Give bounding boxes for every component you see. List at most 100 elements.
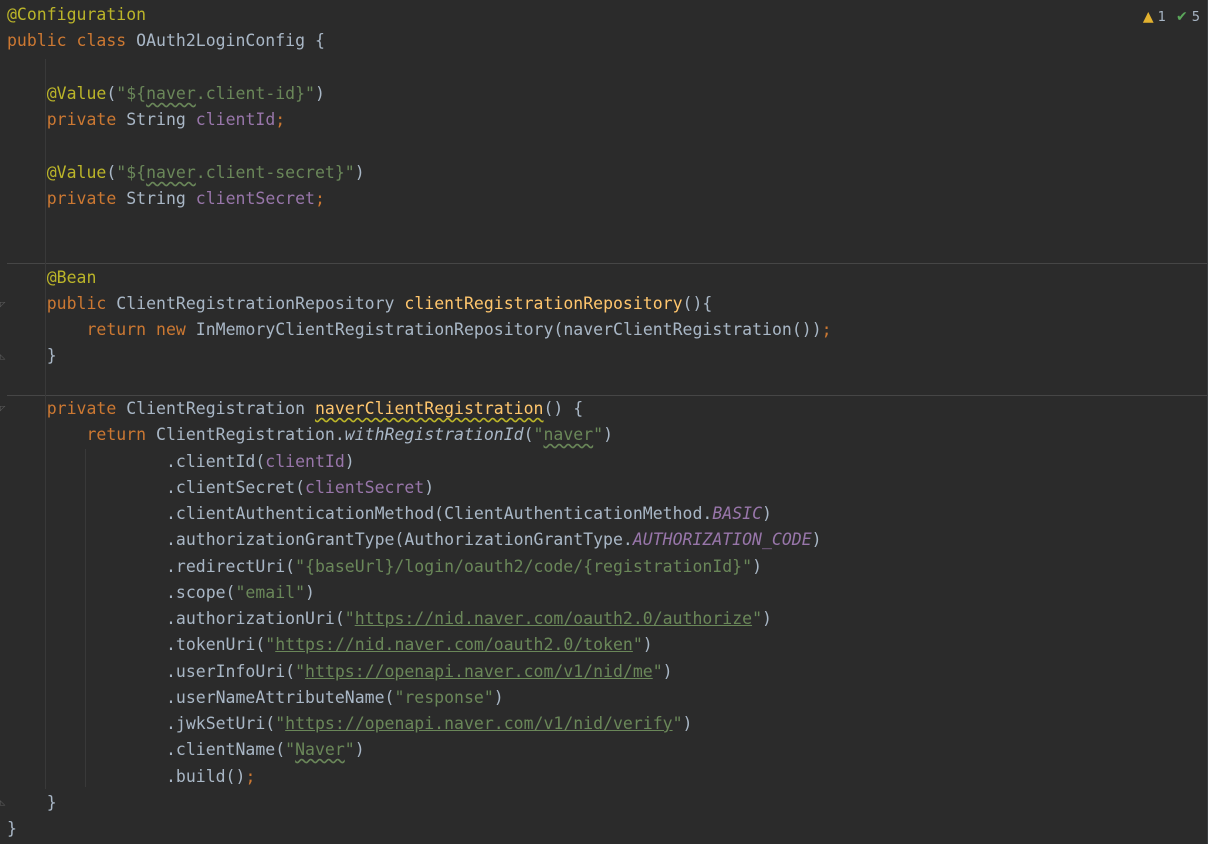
code-line[interactable]: .build(); [7,764,255,790]
code-line[interactable]: .tokenUri("https://nid.naver.com/oauth2.… [7,632,653,658]
keyword: public [7,31,67,50]
method-name: clientRegistrationRepository [404,294,683,313]
code-line[interactable]: private ClientRegistration naverClientRe… [7,396,583,422]
url-link[interactable]: https://nid.naver.com/oauth2.0/token [275,635,633,654]
semicolon: ; [315,189,325,208]
constant: AUTHORIZATION_CODE [632,530,812,549]
string-literal: .client-secret}" [195,163,355,182]
code-line[interactable]: .clientSecret(clientSecret) [7,475,434,501]
string-literal: "${ [116,163,147,182]
type: InMemoryClientRegistrationRepository [195,320,554,339]
code-line[interactable]: .userNameAttributeName("response") [7,685,504,711]
field-name: clientSecret [195,189,315,208]
keyword: return [86,425,147,444]
warning-triangle-icon[interactable]: ▲ [1143,9,1154,25]
chain-call: .scope( [165,583,236,602]
field-name: clientId [195,110,276,129]
type: String [126,189,186,208]
semicolon: ; [275,110,286,129]
fold-marker-icon[interactable]: ◺ [0,352,6,362]
annotation: @Value [46,84,107,103]
weak-warning-count: 5 [1191,9,1200,25]
class-name: OAuth2LoginConfig [136,31,306,50]
fold-marker-icon[interactable]: ◸ [0,300,6,310]
type: ClientRegistration [126,399,306,418]
chain-call: .userInfoUri( [165,662,296,681]
semicolon: ; [821,320,832,339]
chain-call: .build() [165,767,246,786]
brace: } [7,819,17,838]
keyword: private [46,189,117,208]
chain-call: .jwkSetUri( [165,714,276,733]
code-line[interactable]: .redirectUri("{baseUrl}/login/oauth2/cod… [7,554,762,580]
typo-word: Naver [295,740,345,759]
field-name: clientId [265,452,345,471]
code-editor[interactable]: ▲ 1 ✔ 5 ◸ ◺ ◸ ◺ @Configuration public cl… [0,0,1208,844]
code-line[interactable]: return new InMemoryClientRegistrationRep… [7,317,832,343]
brace: } [46,346,57,365]
code-line[interactable]: @Value("${naver.client-secret}") [7,160,365,186]
constant: BASIC [712,504,762,523]
code-line[interactable]: private String clientId; [7,107,285,133]
code-line[interactable]: return ClientRegistration.withRegistrati… [7,422,613,448]
brace: { [305,31,325,50]
string-literal: .client-id}" [195,84,315,103]
code-line[interactable]: public class OAuth2LoginConfig { [7,28,325,54]
chain-call: .authorizationUri( [165,609,345,628]
chain-call: .userNameAttributeName( [165,688,395,707]
url-link[interactable]: https://nid.naver.com/oauth2.0/authorize [355,609,752,628]
code-line[interactable]: .clientName("Naver") [7,737,365,763]
keyword: class [76,31,127,50]
chain-call: .tokenUri( [165,635,266,654]
code-line[interactable]: .scope("email") [7,580,315,606]
string-literal: "{baseUrl}/login/oauth2/code/{registrati… [295,557,753,576]
typo-check-icon[interactable]: ✔ [1176,9,1188,25]
code-line[interactable]: public ClientRegistrationRepository clie… [7,291,713,317]
keyword: new [156,320,186,339]
fold-marker-icon[interactable]: ◺ [0,798,6,808]
code-line[interactable]: .clientAuthenticationMethod(ClientAuthen… [7,501,772,527]
string-literal: "${ [116,84,147,103]
code-line[interactable]: .clientId(clientId) [7,449,355,475]
keyword: private [46,110,117,129]
type: ClientRegistrationRepository [116,294,395,313]
typo-word: naver [543,425,594,444]
code-line[interactable]: private String clientSecret; [7,186,325,212]
code-line[interactable]: .authorizationUri("https://nid.naver.com… [7,606,772,632]
code-line[interactable]: @Bean [7,265,97,291]
chain-call: .redirectUri( [165,557,296,576]
chain-call: .clientId( [165,452,266,471]
fold-marker-icon[interactable]: ◸ [0,404,6,414]
string-literal: "email" [235,583,306,602]
warning-count: 1 [1157,9,1166,25]
method-name: naverClientRegistration [314,399,544,418]
type: String [126,110,186,129]
url-link[interactable]: https://openapi.naver.com/v1/nid/me [305,662,653,681]
code-line[interactable]: @Configuration [7,2,146,28]
code-line[interactable]: } [7,343,57,369]
url-link[interactable]: https://openapi.naver.com/v1/nid/verify [285,714,672,733]
static-method: withRegistrationId [344,425,524,444]
type: ClientRegistration [156,425,335,444]
keyword: private [46,399,117,418]
code-line[interactable]: .jwkSetUri("https://openapi.naver.com/v1… [7,711,693,737]
annotation: @Value [46,163,107,182]
code-line[interactable]: } [7,790,57,816]
brace: } [46,793,57,812]
code-line[interactable]: } [7,816,17,842]
chain-call: .clientSecret( [165,478,306,497]
annotation: @Bean [46,268,97,287]
method-separator [7,263,1208,264]
semicolon: ; [245,767,256,786]
code-line[interactable]: .authorizationGrantType(AuthorizationGra… [7,527,822,553]
code-line[interactable]: .userInfoUri("https://openapi.naver.com/… [7,659,673,685]
typo-word: naver [146,84,196,103]
string-literal: "response" [394,688,494,707]
chain-call: .clientAuthenticationMethod(ClientAuthen… [165,504,713,523]
chain-call: .clientName( [165,740,286,759]
keyword: public [46,294,107,313]
inspection-widget[interactable]: ▲ 1 ✔ 5 [1143,9,1200,25]
code-line[interactable]: @Value("${naver.client-id}") [7,81,325,107]
method-call: naverClientRegistration [563,320,792,339]
chain-call: .authorizationGrantType(AuthorizationGra… [165,530,633,549]
